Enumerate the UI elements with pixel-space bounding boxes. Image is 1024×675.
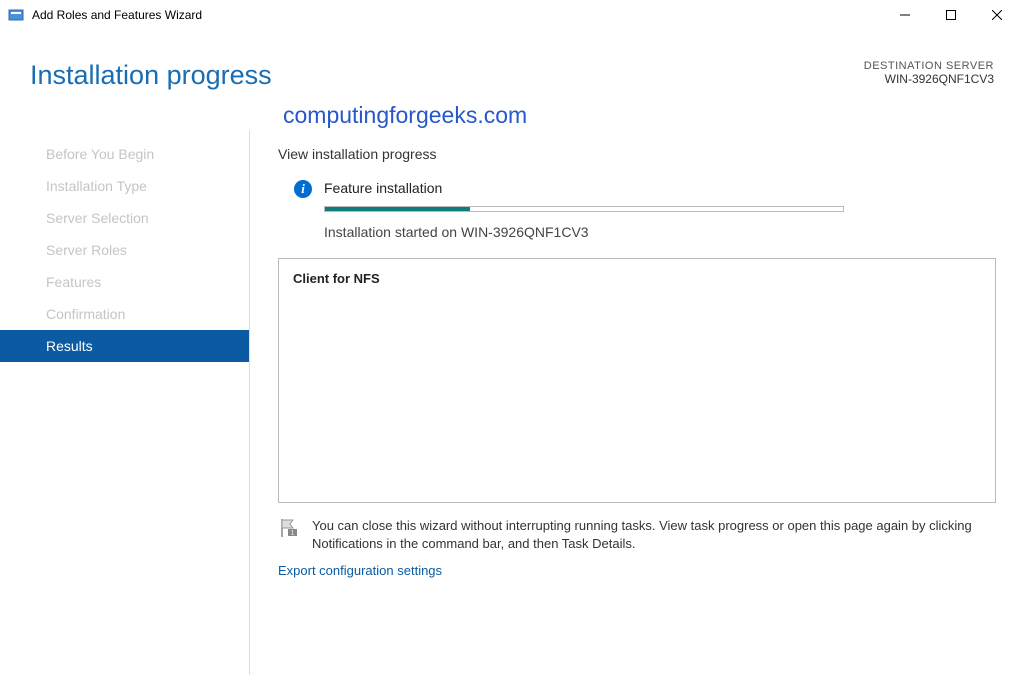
titlebar: Add Roles and Features Wizard — [0, 0, 1024, 30]
minimize-button[interactable] — [882, 0, 928, 30]
progress-bar — [324, 206, 844, 212]
content-panel: View installation progress i Feature ins… — [250, 130, 1024, 675]
destination-block: DESTINATION SERVER WIN-3926QNF1CV3 — [864, 60, 994, 86]
sidebar-item-confirmation: Confirmation — [0, 298, 249, 330]
sidebar-item-before-you-begin: Before You Begin — [0, 138, 249, 170]
info-icon: i — [294, 180, 312, 198]
sidebar-item-server-roles: Server Roles — [0, 234, 249, 266]
result-item: Client for NFS — [293, 271, 981, 286]
progress-fill — [325, 207, 470, 211]
destination-server: WIN-3926QNF1CV3 — [864, 72, 994, 86]
results-box: Client for NFS — [278, 258, 996, 503]
feature-install-label: Feature installation — [324, 180, 996, 196]
flag-icon: 1 — [278, 517, 300, 539]
app-icon — [8, 7, 24, 23]
section-header: View installation progress — [278, 146, 996, 162]
sidebar-item-installation-type: Installation Type — [0, 170, 249, 202]
sidebar-item-server-selection: Server Selection — [0, 202, 249, 234]
export-settings-link[interactable]: Export configuration settings — [278, 563, 996, 578]
window-title: Add Roles and Features Wizard — [32, 8, 882, 22]
progress-status-text: Installation started on WIN-3926QNF1CV3 — [324, 224, 996, 240]
close-button[interactable] — [974, 0, 1020, 30]
window-controls — [882, 0, 1020, 30]
status-row: i Feature installation Installation star… — [278, 180, 996, 254]
watermark-text: computingforgeeks.com — [283, 102, 527, 129]
note-row: 1 You can close this wizard without inte… — [278, 517, 996, 553]
sidebar-item-results[interactable]: Results — [0, 330, 249, 362]
destination-label: DESTINATION SERVER — [864, 60, 994, 72]
sidebar: Before You Begin Installation Type Serve… — [0, 130, 250, 675]
sidebar-item-features: Features — [0, 266, 249, 298]
maximize-button[interactable] — [928, 0, 974, 30]
note-text: You can close this wizard without interr… — [312, 517, 996, 553]
page-title: Installation progress — [30, 60, 994, 91]
